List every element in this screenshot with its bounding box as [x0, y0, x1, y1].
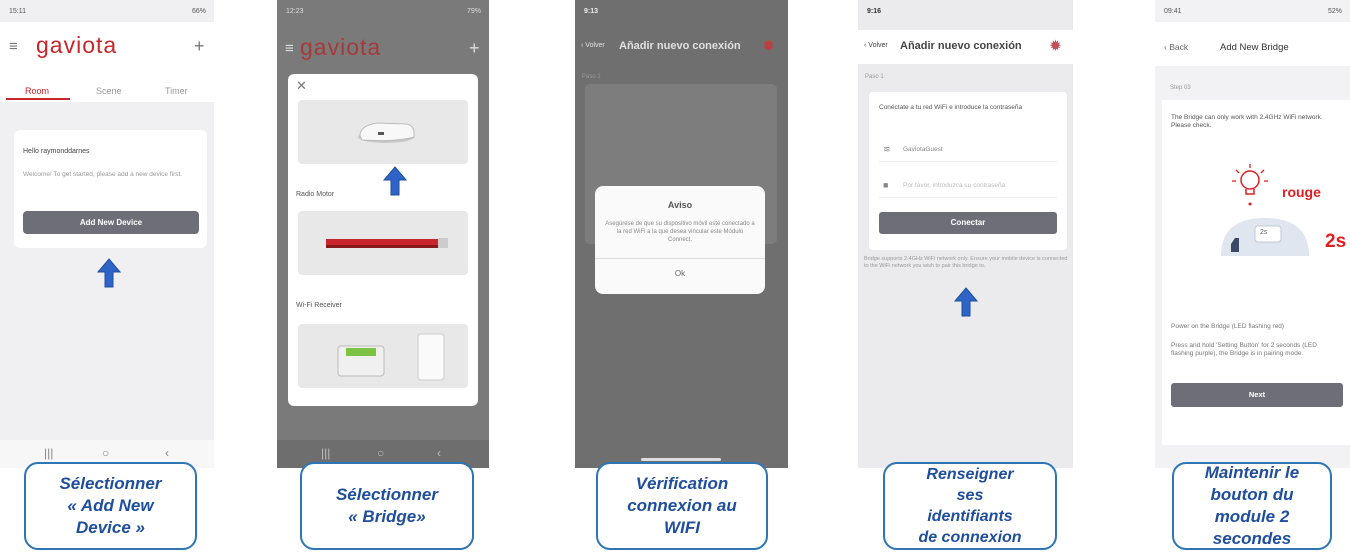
step5-caption: Maintenir le bouton du module 2 secondes	[1172, 462, 1332, 550]
back-link[interactable]: ‹ Volver	[864, 42, 888, 49]
hello-text: Hello raymonddarnes	[23, 148, 90, 155]
wifi-requirement-text: The Bridge can only work with 2.4GHz WiF…	[1171, 114, 1323, 129]
up-arrow-icon	[954, 287, 978, 317]
status-bar: 9:13	[575, 0, 788, 22]
add-icon[interactable]: +	[469, 38, 480, 59]
wifi-ssid-value: GaviotaGuest	[903, 146, 943, 153]
active-tab-indicator	[6, 98, 70, 100]
home-icon[interactable]: ○	[377, 446, 384, 460]
status-bar: 9:16	[858, 0, 1073, 22]
lock-icon: ■	[883, 180, 889, 190]
nav-header: ‹ Volver Añadir nuevo conexión ✹	[575, 32, 788, 62]
led-bulb-icon	[1232, 164, 1268, 206]
page-title: Añadir nuevo conexión	[619, 40, 741, 52]
conectar-button[interactable]: Conectar	[879, 212, 1057, 234]
radio-motor-label: Radio Motor	[296, 191, 335, 198]
form-instruction: Conéctate a tu red WiFi e introduce la c…	[879, 104, 1023, 111]
step2-caption: Sélectionner « Bridge»	[300, 462, 474, 550]
step-label: Step 03	[1170, 85, 1191, 91]
welcome-card: Hello raymonddarnes Welcome! To get star…	[14, 130, 207, 248]
screenshot-select-bridge: 12:23 79% ≡ gaviota + ✕ Radio Motor Wi-F…	[277, 0, 489, 468]
wifi-form-card: Conéctate a tu red WiFi e introduce la c…	[869, 92, 1067, 250]
pairing-card: The Bridge can only work with 2.4GHz WiF…	[1162, 100, 1350, 445]
menu-icon[interactable]: ≡	[9, 38, 18, 55]
wifi-ssid-field[interactable]: ≋ GaviotaGuest	[879, 138, 1057, 162]
battery-level: 66%	[191, 8, 206, 15]
status-bar: 12:23 79%	[277, 0, 489, 22]
status-bar: 09:41 52%	[1155, 0, 1350, 22]
back-icon[interactable]: ‹	[437, 446, 441, 460]
dialog-title: Aviso	[667, 200, 693, 210]
tab-timer[interactable]: Timer	[165, 86, 188, 96]
home-icon[interactable]: ○	[102, 446, 109, 460]
gaviota-logo: gaviota	[36, 32, 118, 58]
wifi-receiver-image	[337, 333, 445, 381]
dialog-message: Asegúrese de que su dispositivo móvil es…	[605, 221, 755, 243]
ok-button[interactable]: Ok	[595, 258, 765, 288]
add-icon[interactable]: +	[194, 36, 205, 57]
radio-motor-image	[326, 238, 448, 248]
bridge-option[interactable]	[298, 100, 468, 164]
back-icon[interactable]: ‹	[165, 446, 169, 460]
status-time: 9:13	[584, 8, 599, 15]
bulb-icon: ✹	[1050, 38, 1061, 53]
step3-caption: Vérification connexion au WIFI	[596, 462, 768, 550]
up-arrow-icon	[383, 166, 407, 196]
recent-apps-icon[interactable]: |||	[44, 446, 53, 460]
step-label: Paso 1	[865, 74, 884, 80]
gaviota-logo: gaviota	[300, 34, 382, 60]
screenshot-add-device: 15:11 66% ≡ gaviota + Room Scene Timer H…	[0, 0, 214, 468]
menu-icon[interactable]: ≡	[285, 40, 294, 57]
next-button[interactable]: Next	[1171, 383, 1343, 407]
aviso-dialog: Aviso Asegúrese de que su dispositivo mó…	[595, 186, 765, 294]
home-indicator	[641, 458, 721, 461]
status-time: 9:16	[867, 8, 882, 15]
battery-level: 79%	[466, 8, 481, 15]
hold-duration-annotation: 2s	[1325, 231, 1347, 252]
radio-motor-option[interactable]	[298, 211, 468, 275]
wifi-receiver-label: Wi-Fi Receiver	[296, 302, 342, 309]
app-header: ‹ Back Add New Bridge	[1155, 22, 1350, 66]
power-instruction: Power on the Bridge (LED flashing red)	[1171, 323, 1285, 330]
status-bar: 15:11 66%	[0, 0, 214, 22]
bridge-device-illustration	[1221, 218, 1309, 256]
back-link[interactable]: ‹ Volver	[581, 42, 605, 49]
red-led-annotation: rouge	[1282, 184, 1321, 200]
device-type-modal: ✕ Radio Motor Wi-Fi Receiver	[288, 74, 478, 406]
screenshot-pairing-mode: 09:41 52% ‹ Back Add New Bridge Step 03 …	[1155, 0, 1350, 468]
status-time: 09:41	[1164, 8, 1182, 15]
step4-caption: Renseigner ses identifiants de connexion	[883, 462, 1057, 550]
add-new-device-button[interactable]: Add New Device	[23, 211, 199, 234]
bulb-icon: ✹	[763, 38, 774, 53]
tab-room[interactable]: Room	[25, 86, 49, 96]
nav-header: ‹ Volver Añadir nuevo conexión ✹	[858, 30, 1073, 64]
status-time: 12:23	[286, 8, 304, 15]
page-title: Añadir nuevo conexión	[900, 40, 1022, 52]
close-icon[interactable]: ✕	[296, 78, 307, 94]
screenshot-wifi-check: 9:13 ‹ Volver Añadir nuevo conexión ✹ Pa…	[575, 0, 788, 468]
password-field[interactable]: ■ Por favor, introduzca su contraseña	[879, 174, 1057, 198]
up-arrow-icon	[97, 258, 121, 288]
status-time: 15:11	[9, 8, 26, 15]
bridge-device-image	[358, 122, 415, 143]
page-title: Add New Bridge	[1220, 42, 1289, 53]
wifi-receiver-option[interactable]	[298, 324, 468, 388]
welcome-text: Welcome! To get started, please add a ne…	[23, 171, 183, 178]
battery-level: 52%	[1327, 8, 1342, 15]
tab-scene[interactable]: Scene	[96, 86, 122, 96]
step-label: Paso 1	[582, 74, 601, 80]
step1-caption: Sélectionner « Add New Device »	[24, 462, 197, 550]
recent-apps-icon[interactable]: |||	[321, 446, 330, 460]
hold-duration-badge: 2s	[1260, 229, 1268, 236]
password-placeholder: Por favor, introduzca su contraseña	[903, 182, 1006, 189]
screenshot-wifi-credentials: 9:16 ‹ Volver Añadir nuevo conexión ✹ Pa…	[858, 0, 1073, 468]
wifi-icon: ≋	[883, 144, 891, 154]
back-button[interactable]: ‹ Back	[1164, 42, 1188, 52]
press-instruction: Press and hold 'Setting Button' for 2 se…	[1171, 342, 1317, 357]
bridge-support-note: Bridge supports 2.4GHz WiFi network only…	[864, 256, 1068, 269]
